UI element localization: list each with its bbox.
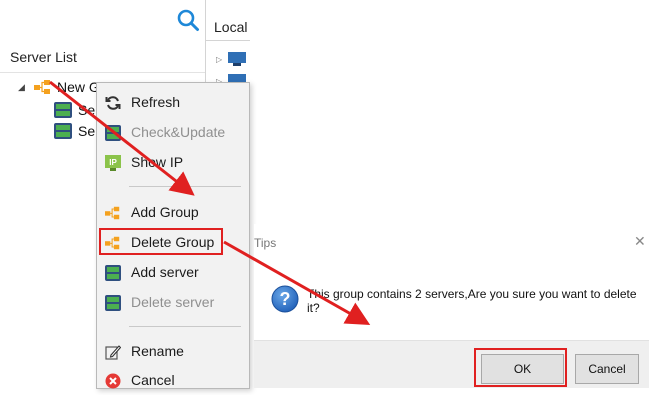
annotation-arrows — [49, 80, 371, 325]
arrow-to-dialog — [223, 240, 371, 325]
arrow-to-delete-group — [49, 80, 195, 196]
